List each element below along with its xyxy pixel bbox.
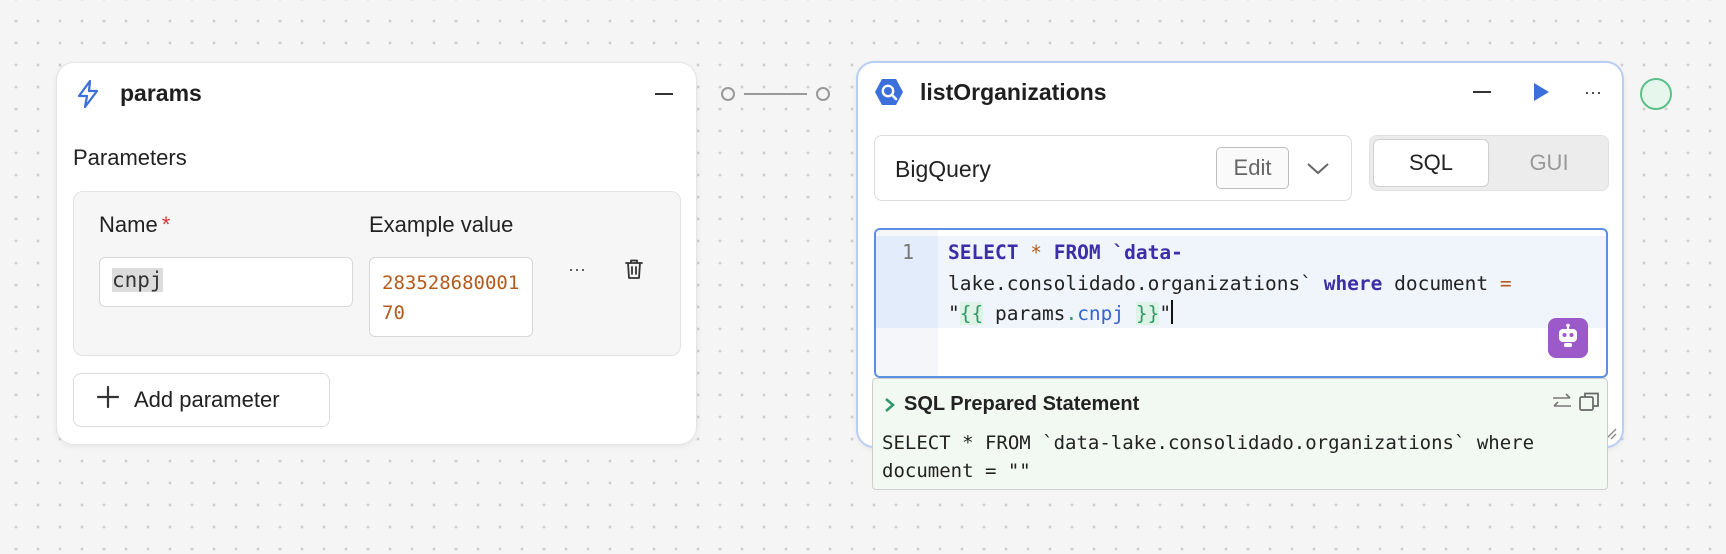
query-title: listOrganizations xyxy=(920,79,1107,105)
lightning-icon xyxy=(73,79,103,109)
required-mark: * xyxy=(161,212,171,237)
line-number: 1 xyxy=(902,240,915,264)
sql-editor[interactable]: 1 SELECT * FROM `data- lake.consolidado.… xyxy=(874,228,1608,378)
param-example-input[interactable]: 28352868000170 xyxy=(369,257,533,337)
minimize-icon[interactable] xyxy=(1467,77,1497,107)
parameter-row: Name * Example value cnpj 28352868000170 … xyxy=(73,191,681,356)
mode-toggle: SQL GUI xyxy=(1369,135,1609,191)
params-title: params xyxy=(120,80,202,106)
gui-mode-button[interactable]: GUI xyxy=(1491,139,1607,187)
copy-icon[interactable] xyxy=(1576,389,1602,415)
parameters-label: Parameters xyxy=(73,145,187,170)
add-parameter-label: Add parameter xyxy=(134,387,280,412)
swap-icon[interactable] xyxy=(1549,389,1575,415)
sql-mode-button[interactable]: SQL xyxy=(1373,139,1489,187)
node-connector xyxy=(721,87,830,101)
resource-label: BigQuery xyxy=(895,156,991,182)
param-name-input[interactable]: cnpj xyxy=(99,257,353,307)
sql-code: SELECT * FROM `data- lake.consolidado.or… xyxy=(948,241,1512,325)
bigquery-icon xyxy=(872,75,906,109)
status-indicator[interactable] xyxy=(1640,78,1672,110)
edit-resource-button[interactable]: Edit xyxy=(1216,147,1289,189)
params-node[interactable]: params Parameters Name * Example value cn… xyxy=(56,62,697,445)
prepared-statement-panel: SQL Prepared Statement SELECT * FROM `da… xyxy=(872,378,1608,490)
chevron-right-icon[interactable] xyxy=(882,395,898,415)
robot-icon xyxy=(1555,323,1581,354)
example-column-label: Example value xyxy=(369,212,514,237)
chevron-down-icon[interactable] xyxy=(1303,154,1333,184)
prepared-statement-title: SQL Prepared Statement xyxy=(904,393,1140,415)
ai-assistant-button[interactable] xyxy=(1548,318,1588,358)
resource-select[interactable]: BigQuery Edit xyxy=(874,135,1352,201)
minimize-icon[interactable] xyxy=(649,79,679,109)
add-parameter-button[interactable]: Add parameter xyxy=(73,373,330,427)
more-options-icon[interactable]: ··· xyxy=(1578,77,1608,107)
name-column-label: Name * xyxy=(99,212,171,237)
run-icon[interactable] xyxy=(1526,77,1556,107)
prepared-statement-text: SELECT * FROM `data-lake.consolidado.org… xyxy=(882,432,1535,482)
more-options-icon[interactable]: ··· xyxy=(562,254,592,284)
text-cursor xyxy=(1171,300,1174,324)
trash-icon[interactable] xyxy=(619,254,649,284)
plus-icon xyxy=(96,385,120,415)
